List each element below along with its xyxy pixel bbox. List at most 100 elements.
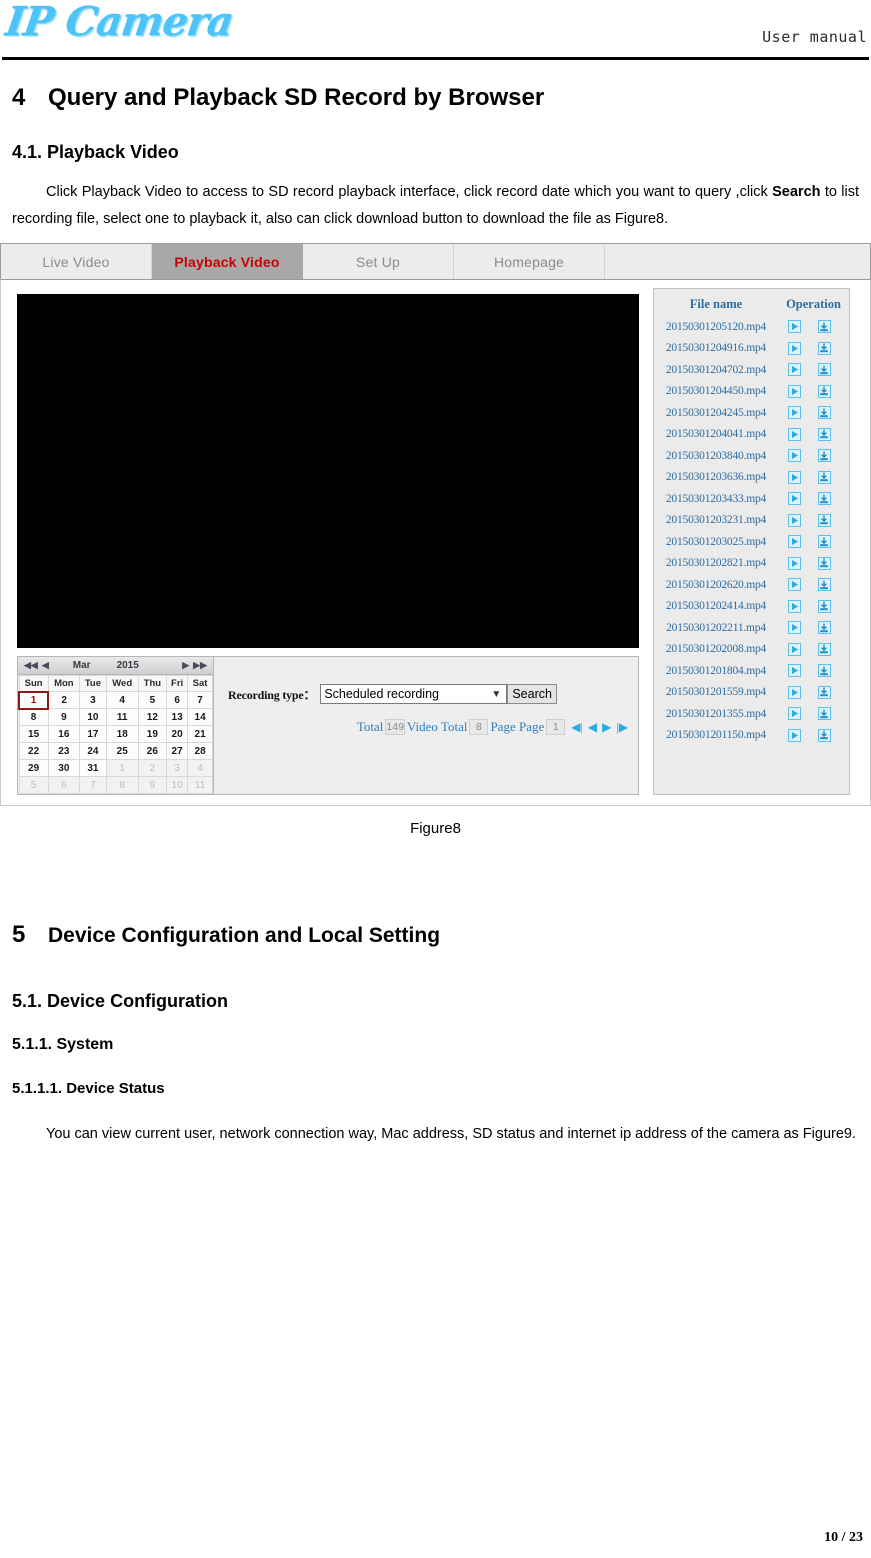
calendar-day[interactable]: 28 [187, 742, 213, 760]
download-icon[interactable] [817, 642, 831, 656]
download-icon[interactable] [817, 320, 831, 334]
calendar-day[interactable]: 4 [105, 691, 139, 709]
play-icon[interactable] [788, 578, 802, 592]
file-list-row[interactable]: 20150301205120.mp4 [654, 316, 849, 338]
right-arrow-icon[interactable]: ▶ [180, 660, 191, 671]
file-list-row[interactable]: 20150301203025.mp4 [654, 531, 849, 553]
prev-page-icon[interactable]: ◀ [588, 721, 597, 733]
download-icon[interactable] [817, 664, 831, 678]
download-icon[interactable] [817, 492, 831, 506]
file-list-row[interactable]: 20150301204916.mp4 [654, 338, 849, 360]
play-icon[interactable] [788, 556, 802, 570]
double-left-arrow-icon[interactable]: ◀◀ [22, 660, 40, 671]
file-list-row[interactable]: 20150301202211.mp4 [654, 617, 849, 639]
file-list-row[interactable]: 20150301201804.mp4 [654, 660, 849, 682]
file-list-row[interactable]: 20150301203433.mp4 [654, 488, 849, 510]
calendar-day[interactable]: 31 [79, 759, 107, 777]
file-list-row[interactable]: 20150301202008.mp4 [654, 639, 849, 661]
play-icon[interactable] [788, 728, 802, 742]
video-player[interactable] [17, 294, 639, 648]
play-icon[interactable] [788, 492, 802, 506]
page-value[interactable]: 1 [546, 719, 566, 735]
download-icon[interactable] [817, 427, 831, 441]
file-list-row[interactable]: 20150301204450.mp4 [654, 381, 849, 403]
calendar-day[interactable]: 14 [187, 708, 213, 726]
calendar-day[interactable]: 8 [18, 708, 49, 726]
play-icon[interactable] [788, 320, 802, 334]
file-list-row[interactable]: 20150301202821.mp4 [654, 553, 849, 575]
file-list-row[interactable]: 20150301204245.mp4 [654, 402, 849, 424]
file-list-row[interactable]: 20150301204702.mp4 [654, 359, 849, 381]
calendar-day[interactable]: 22 [18, 742, 49, 760]
calendar-day-selected[interactable]: 1 [17, 690, 50, 710]
download-icon[interactable] [817, 599, 831, 613]
download-icon[interactable] [817, 384, 831, 398]
calendar-day[interactable]: 9 [47, 708, 81, 726]
calendar-day[interactable]: 13 [166, 708, 189, 726]
download-icon[interactable] [817, 363, 831, 377]
play-icon[interactable] [788, 621, 802, 635]
play-icon[interactable] [788, 664, 802, 678]
download-icon[interactable] [817, 449, 831, 463]
download-icon[interactable] [817, 513, 831, 527]
next-page-icon[interactable]: ▶ [602, 721, 611, 733]
calendar-day[interactable]: 25 [105, 742, 139, 760]
download-icon[interactable] [817, 470, 831, 484]
download-icon[interactable] [817, 621, 831, 635]
play-icon[interactable] [788, 470, 802, 484]
download-icon[interactable] [817, 578, 831, 592]
play-icon[interactable] [788, 363, 802, 377]
play-icon[interactable] [788, 513, 802, 527]
left-arrow-icon[interactable]: ◀ [40, 660, 51, 671]
calendar-day[interactable]: 16 [47, 725, 81, 743]
calendar-day[interactable]: 23 [47, 742, 81, 760]
calendar-day[interactable]: 29 [18, 759, 49, 777]
file-list-row[interactable]: 20150301201150.mp4 [654, 725, 849, 747]
calendar-day[interactable]: 10 [79, 708, 107, 726]
tab-playback-video[interactable]: Playback Video [152, 244, 303, 279]
calendar-day[interactable]: 11 [105, 708, 139, 726]
calendar-day[interactable]: 18 [105, 725, 139, 743]
calendar-day[interactable]: 6 [166, 691, 189, 709]
download-icon[interactable] [817, 341, 831, 355]
file-list-row[interactable]: 20150301203231.mp4 [654, 510, 849, 532]
play-icon[interactable] [788, 449, 802, 463]
file-list-row[interactable]: 20150301202414.mp4 [654, 596, 849, 618]
double-right-arrow-icon[interactable]: ▶▶ [191, 660, 209, 671]
download-icon[interactable] [817, 707, 831, 721]
play-icon[interactable] [788, 406, 802, 420]
calendar-day[interactable]: 15 [18, 725, 49, 743]
file-list-row[interactable]: 20150301203840.mp4 [654, 445, 849, 467]
play-icon[interactable] [788, 707, 802, 721]
calendar-day[interactable]: 27 [166, 742, 189, 760]
play-icon[interactable] [788, 642, 802, 656]
calendar-day[interactable]: 21 [187, 725, 213, 743]
tab-set-up[interactable]: Set Up [303, 244, 454, 279]
search-button[interactable]: Search [507, 684, 557, 704]
calendar-day[interactable]: 20 [166, 725, 189, 743]
play-icon[interactable] [788, 685, 802, 699]
calendar-grid[interactable]: Sun Mon Tue Wed Thu Fri Sat 1 2 3 4 5 6 7 8 9 10 1… [17, 675, 213, 794]
file-list-row[interactable]: 20150301202620.mp4 [654, 574, 849, 596]
calendar-day[interactable]: 5 [137, 691, 168, 709]
calendar-day[interactable]: 12 [137, 708, 168, 726]
play-icon[interactable] [788, 535, 802, 549]
calendar-day[interactable]: 24 [79, 742, 107, 760]
file-list-row[interactable]: 20150301204041.mp4 [654, 424, 849, 446]
tab-live-video[interactable]: Live Video [1, 244, 152, 279]
play-icon[interactable] [788, 599, 802, 613]
play-icon[interactable] [788, 384, 802, 398]
calendar-day[interactable]: 2 [47, 691, 81, 709]
download-icon[interactable] [817, 556, 831, 570]
recording-type-select[interactable]: Scheduled recording ▼ [320, 684, 508, 704]
calendar-day[interactable]: 30 [47, 759, 81, 777]
play-icon[interactable] [788, 427, 802, 441]
calendar-day[interactable]: 17 [79, 725, 107, 743]
play-icon[interactable] [788, 341, 802, 355]
download-icon[interactable] [817, 728, 831, 742]
tab-homepage[interactable]: Homepage [454, 244, 605, 279]
download-icon[interactable] [817, 685, 831, 699]
file-list-row[interactable]: 20150301203636.mp4 [654, 467, 849, 489]
calendar-day[interactable]: 7 [187, 691, 213, 709]
download-icon[interactable] [817, 406, 831, 420]
